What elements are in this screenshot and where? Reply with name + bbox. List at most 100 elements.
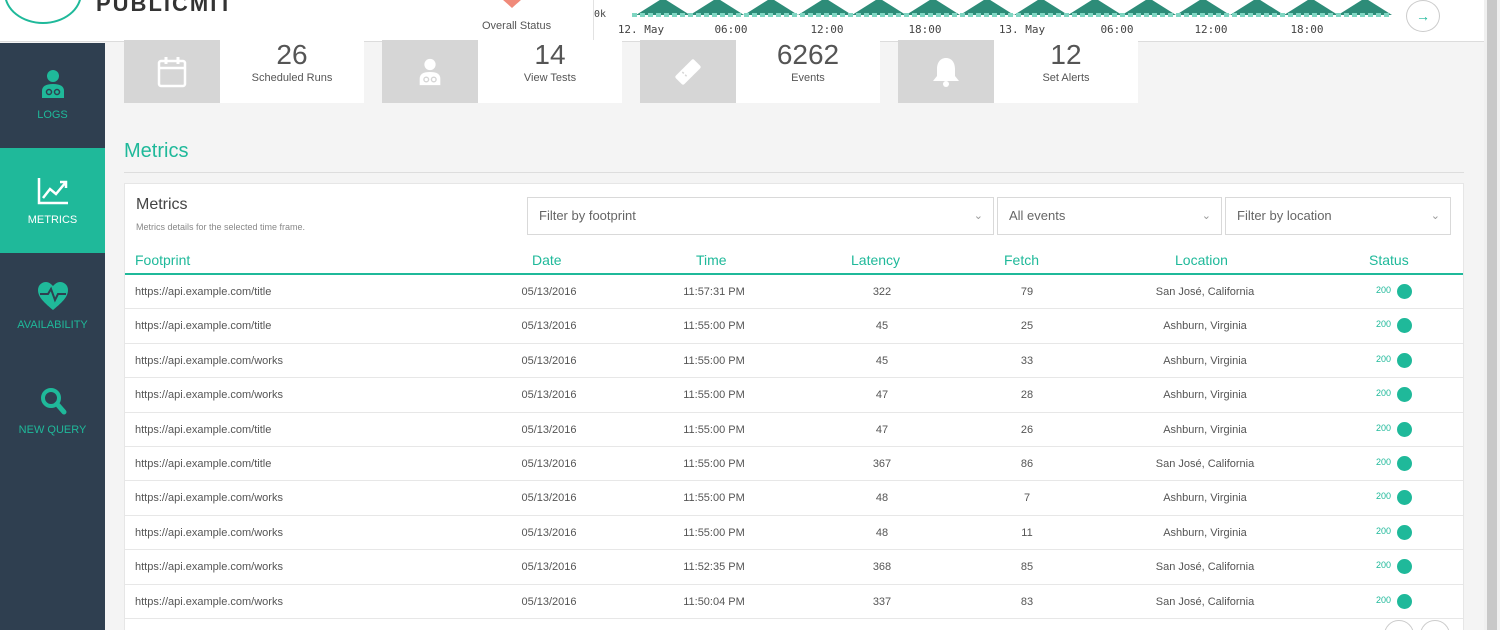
stat-icon-box xyxy=(898,40,994,103)
cell-date: 05/13/2016 xyxy=(521,286,577,298)
chart-x-tick: 18:00 xyxy=(908,23,941,36)
cell-location: Ashburn, Virginia xyxy=(1163,389,1247,402)
cell-footprint[interactable]: https://api.example.com/works xyxy=(135,596,283,608)
doctor-icon xyxy=(42,70,64,98)
timeline-peak xyxy=(852,0,906,15)
timeline-peak xyxy=(1122,0,1176,15)
column-header-latency[interactable]: Latency xyxy=(851,252,900,268)
cell-location: San José, California xyxy=(1155,458,1255,470)
cell-date: 05/13/2016 xyxy=(521,389,577,402)
stat-icon-box xyxy=(124,40,220,103)
table-row[interactable]: https://api.example.com/works 05/13/2016 1… xyxy=(125,516,1463,551)
stat-label: Scheduled Runs xyxy=(251,72,333,84)
status-code: 200 xyxy=(1376,457,1392,467)
column-header-fetch[interactable]: Fetch xyxy=(1004,252,1039,268)
stat-card-scheduled-runs[interactable]: 26 Scheduled Runs xyxy=(124,40,364,103)
panel-title: Metrics xyxy=(136,196,188,213)
cell-footprint[interactable]: https://api.example.com/title xyxy=(135,424,271,436)
sidebar-item-label: LOGS xyxy=(37,109,68,121)
cell-latency: 48 xyxy=(875,526,889,539)
stat-card-events[interactable]: 6262 Events xyxy=(640,40,880,103)
timeline-peak xyxy=(1068,0,1122,15)
cell-footprint[interactable]: https://api.example.com/works xyxy=(135,355,283,367)
cell-fetch: 85 xyxy=(1020,561,1034,574)
sidebar-item-label: NEW QUERY xyxy=(18,424,87,436)
cell-footprint[interactable]: https://api.example.com/works xyxy=(135,492,283,504)
cell-fetch: 86 xyxy=(1020,458,1034,470)
cell-date: 05/13/2016 xyxy=(521,458,577,470)
stat-value: 6262 xyxy=(776,39,840,70)
cell-footprint[interactable]: https://api.example.com/title xyxy=(135,286,271,298)
line-chart-icon xyxy=(37,178,68,205)
table-row[interactable]: https://api.example.com/title 05/13/2016 1… xyxy=(125,447,1463,482)
chart-x-tick: 18:00 xyxy=(1290,23,1323,36)
cell-time: 11:55:00 PM xyxy=(683,526,745,539)
table-row[interactable]: https://api.example.com/title 05/13/2016 1… xyxy=(125,309,1463,344)
cell-time: 11:55:00 PM xyxy=(683,389,745,402)
cell-footprint[interactable]: https://api.example.com/title xyxy=(135,320,271,332)
cell-latency: 45 xyxy=(875,354,889,367)
cell-location: San José, California xyxy=(1155,595,1255,608)
table-row[interactable]: https://api.example.com/works 05/13/2016 1… xyxy=(125,481,1463,516)
scrollbar-thumb[interactable] xyxy=(1487,0,1497,630)
overall-status-label: Overall Status xyxy=(482,20,552,32)
cell-fetch: 7 xyxy=(1023,492,1031,505)
cell-location: Ashburn, Virginia xyxy=(1163,492,1247,505)
metrics-panel: Metrics Metrics details for the selected… xyxy=(124,183,1464,630)
column-header-date[interactable]: Date xyxy=(532,252,562,268)
table-row[interactable]: https://api.example.com/title 05/13/2016 1… xyxy=(125,275,1463,310)
events-filter-value: All events xyxy=(1009,208,1066,223)
table-row[interactable]: https://api.example.com/works 05/13/2016 1… xyxy=(125,585,1463,619)
events-filter-select[interactable]: All events ⌄ xyxy=(997,197,1222,235)
page-scrollbar[interactable] xyxy=(1484,0,1500,630)
cell-footprint[interactable]: https://api.example.com/title xyxy=(135,458,271,470)
column-header-location[interactable]: Location xyxy=(1175,252,1228,268)
cell-fetch: 11 xyxy=(1021,526,1033,539)
cell-latency: 322 xyxy=(872,286,892,298)
top-header: PUBLICMIT Overall Status 0k 12. May 06:00… xyxy=(0,0,1484,42)
cell-footprint[interactable]: https://api.example.com/works xyxy=(135,389,283,401)
stat-icon-box xyxy=(382,40,478,103)
stat-card-set-alerts[interactable]: 12 Set Alerts xyxy=(898,40,1138,103)
sidebar-item-metrics[interactable]: METRICS xyxy=(0,148,105,253)
sidebar-item-logs[interactable]: LOGS xyxy=(0,43,105,148)
table-row[interactable]: https://api.example.com/works 05/13/2016 1… xyxy=(125,344,1463,379)
sidebar-item-availability[interactable]: AVAILABILITY xyxy=(0,253,105,358)
table-row[interactable]: https://api.example.com/title 05/13/2016 1… xyxy=(125,413,1463,447)
table-row[interactable]: https://api.example.com/works 05/13/2016 1… xyxy=(125,550,1463,585)
cell-footprint[interactable]: https://api.example.com/works xyxy=(135,527,283,539)
sidebar-item-new-query[interactable]: NEW QUERY xyxy=(0,358,105,463)
cell-fetch: 79 xyxy=(1020,286,1034,298)
cell-footprint[interactable]: https://api.example.com/works xyxy=(135,561,283,573)
stat-label: View Tests xyxy=(523,72,577,84)
status-code: 200 xyxy=(1376,491,1392,502)
calendar-icon xyxy=(157,56,187,87)
cell-location: Ashburn, Virginia xyxy=(1163,423,1247,436)
timeline-peak xyxy=(636,0,690,15)
timeline-peak xyxy=(744,0,798,15)
timeline-peak xyxy=(1176,0,1230,15)
cell-fetch: 26 xyxy=(1020,423,1034,436)
timeline-next-button[interactable]: → xyxy=(1406,0,1440,32)
status-ok-indicator xyxy=(1397,524,1412,540)
chart-x-tick: 12. May xyxy=(618,23,665,36)
status-ok-indicator xyxy=(1397,352,1412,368)
chart-x-tick: 06:00 xyxy=(714,23,747,36)
table-header: Footprint Date Time Latency Fetch Locati… xyxy=(125,251,1463,275)
cell-time: 11:50:04 PM xyxy=(683,595,745,608)
table-row[interactable]: https://api.example.com/works 05/13/2016 1… xyxy=(125,378,1463,413)
stat-value: 12 xyxy=(1050,39,1082,70)
cell-time: 11:52:35 PM xyxy=(683,561,745,574)
column-header-footprint[interactable]: Footprint xyxy=(135,252,190,268)
column-header-status[interactable]: Status xyxy=(1369,252,1409,268)
status-code: 200 xyxy=(1376,560,1392,571)
cell-latency: 368 xyxy=(872,561,892,574)
cell-fetch: 28 xyxy=(1020,389,1034,402)
cell-location: Ashburn, Virginia xyxy=(1163,320,1247,333)
cell-time: 11:55:00 PM xyxy=(683,492,745,505)
stat-card-view-tests[interactable]: 14 View Tests xyxy=(382,40,622,103)
location-filter-select[interactable]: Filter by location ⌄ xyxy=(1225,197,1451,235)
column-header-time[interactable]: Time xyxy=(696,252,727,268)
logo-icon xyxy=(4,0,82,24)
footprint-filter-select[interactable]: Filter by footprint ⌄ xyxy=(527,197,994,235)
